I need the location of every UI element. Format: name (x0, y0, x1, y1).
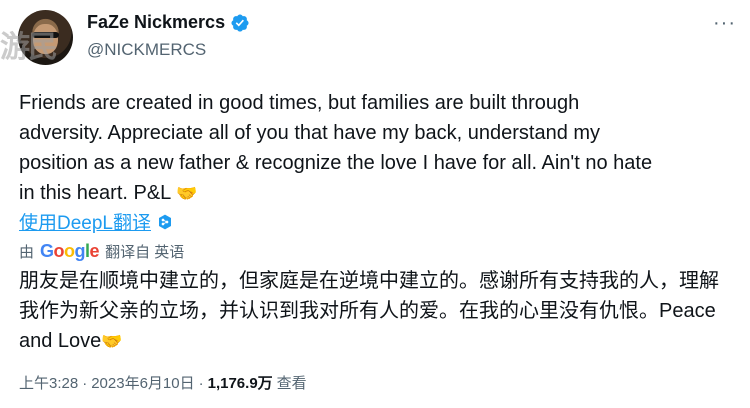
translated-text: 朋友是在顺境中建立的，但家庭是在逆境中建立的。感谢所有支持我的人，理解我作为新父… (19, 266, 729, 357)
translated-body: 朋友是在顺境中建立的，但家庭是在逆境中建立的。感谢所有支持我的人，理解我作为新父… (19, 270, 719, 352)
tweet-text: Friends are created in good times, but f… (19, 88, 659, 209)
translate-link-label[interactable]: 使用DeepL翻译 (19, 208, 151, 235)
avatar[interactable] (18, 10, 73, 65)
views-label: 查看 (276, 375, 307, 392)
tweet-meta: 上午3:28 · 2023年6月10日 · 1,176.9万 查看 (19, 372, 307, 393)
google-logo[interactable]: Google (40, 241, 100, 262)
tweet-body: Friends are created in good times, but f… (19, 92, 653, 204)
handshake-emoji: 🤝 (101, 332, 123, 351)
avatar-face (33, 24, 58, 54)
name-row: FaZe Nickmercs (87, 12, 250, 33)
google-translate-attribution: 由 Google 翻译自 英语 (19, 241, 184, 262)
handshake-emoji: 🤝 (176, 184, 198, 203)
meta-separator: · (82, 375, 88, 392)
translate-with-deepl-link[interactable]: 使用DeepL翻译 (19, 208, 173, 235)
tweet-date[interactable]: 2023年6月10日 (91, 372, 194, 393)
by-prefix: 由 (19, 244, 35, 261)
verified-badge-icon (231, 13, 249, 32)
display-name[interactable]: FaZe Nickmercs (87, 12, 225, 33)
view-count: 1,176.9万 (207, 375, 273, 392)
translated-from-label: 翻译自 英语 (105, 244, 185, 261)
deepl-icon (159, 214, 171, 229)
tweet-time[interactable]: 上午3:28 (19, 372, 78, 393)
user-handle[interactable]: @NICKMERCS (87, 40, 206, 60)
more-icon[interactable]: ··· (713, 12, 736, 35)
avatar-glasses (32, 32, 59, 38)
meta-separator: · (198, 375, 204, 392)
